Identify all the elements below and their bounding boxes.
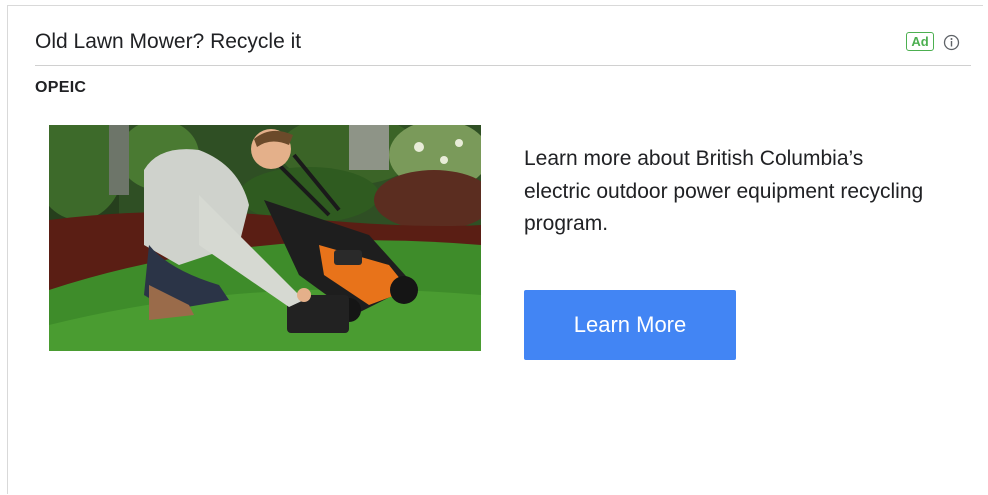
header-divider (35, 65, 971, 66)
ad-badge: Ad (906, 32, 934, 51)
ad-image[interactable] (49, 125, 481, 351)
info-icon[interactable] (943, 34, 960, 51)
ad-description: Learn more about British Columbia’s elec… (524, 147, 924, 235)
ad-headline[interactable]: Old Lawn Mower? Recycle it (35, 30, 301, 54)
learn-more-button[interactable]: Learn More (524, 290, 736, 360)
advertiser-name[interactable]: OPEIC (35, 79, 86, 97)
man-with-lawn-mower-photo (49, 125, 481, 351)
